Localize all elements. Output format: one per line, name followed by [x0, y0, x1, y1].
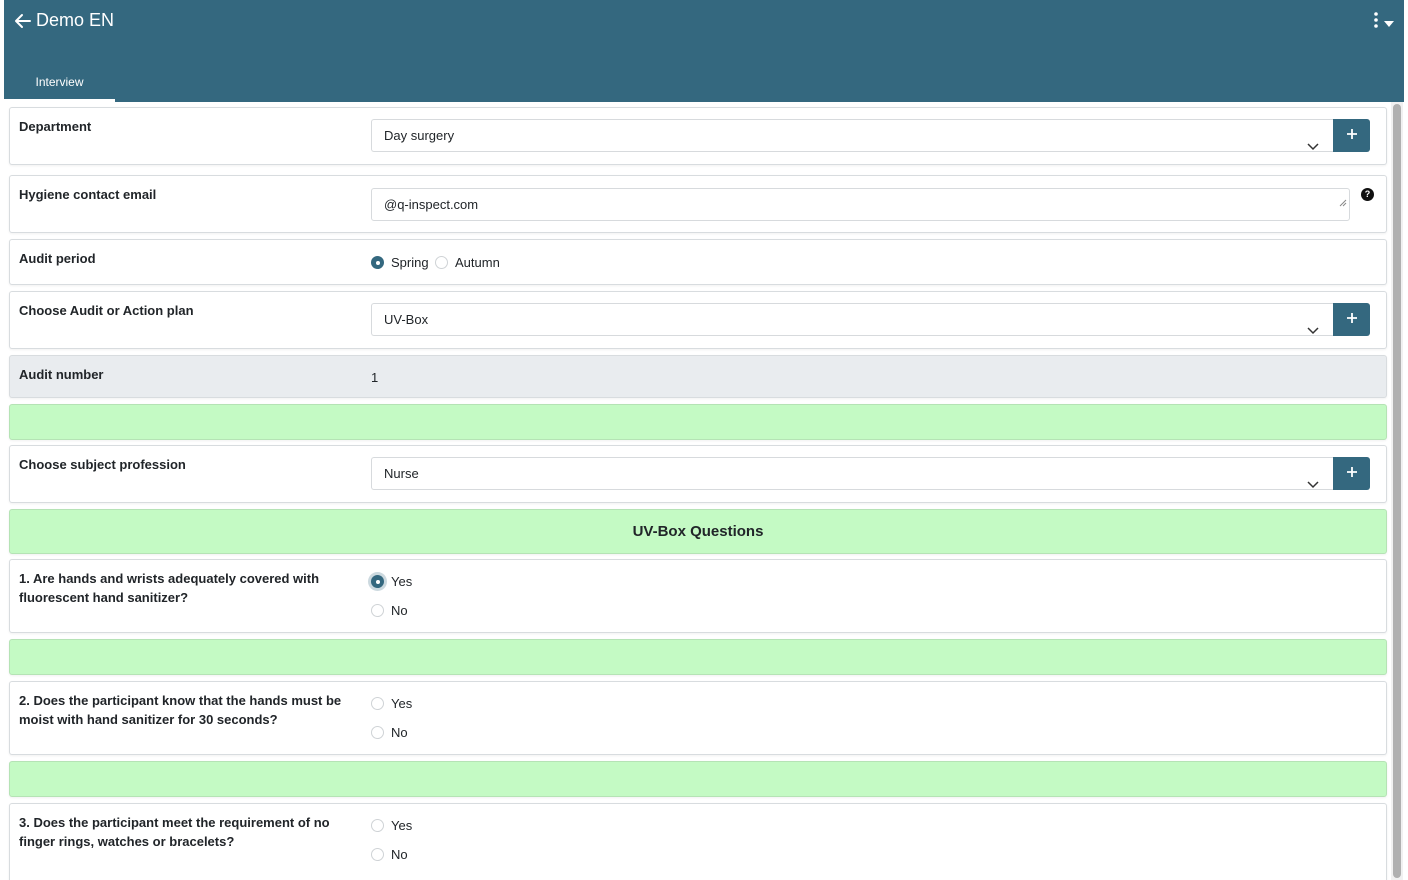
radio-yes-label: Yes: [391, 696, 413, 711]
app-header: Demo EN Interview: [4, 0, 1404, 102]
separator-band: [9, 761, 1387, 797]
vertical-scrollbar[interactable]: [1391, 102, 1403, 880]
form-content: Department Day surgery Hygiene contact e…: [4, 102, 1389, 880]
hygiene-email-label: Hygiene contact email: [19, 187, 157, 202]
radio-yes[interactable]: [371, 819, 384, 832]
question-1-no-option[interactable]: No: [371, 603, 408, 618]
audit-choice-row: Choose Audit or Action plan UV-Box: [9, 291, 1387, 349]
chevron-down-icon: [1307, 131, 1319, 162]
tab-interview[interactable]: Interview: [4, 62, 115, 102]
profession-label: Choose subject profession: [19, 457, 186, 472]
back-button[interactable]: Demo EN: [14, 10, 114, 31]
hygiene-email-field[interactable]: @q-inspect.com: [371, 188, 1350, 221]
audit-choice-value: UV-Box: [384, 312, 429, 327]
app-title: Demo EN: [36, 10, 115, 30]
section-title: UV-Box Questions: [632, 523, 764, 540]
question-row: 2. Does the participant know that the ha…: [9, 681, 1387, 755]
radio-autumn[interactable]: [435, 256, 448, 269]
audit-period-option-spring[interactable]: Spring: [371, 255, 429, 270]
options-menu-button[interactable]: [1374, 12, 1394, 33]
chevron-down-icon: [1307, 469, 1319, 500]
audit-choice-label: Choose Audit or Action plan: [19, 303, 194, 318]
resize-grip-icon[interactable]: [1339, 187, 1347, 218]
question-3-yes-option[interactable]: Yes: [371, 818, 412, 833]
radio-spring[interactable]: [371, 256, 384, 269]
audit-number-row: Audit number 1: [9, 355, 1387, 398]
radio-yes[interactable]: [371, 575, 384, 588]
add-profession-button[interactable]: [1333, 457, 1370, 490]
department-label: Department: [19, 119, 92, 134]
separator-band: [9, 404, 1387, 440]
question-text: 3. Does the participant meet the require…: [19, 815, 330, 849]
kebab-menu-icon: [1374, 12, 1378, 33]
radio-no[interactable]: [371, 604, 384, 617]
section-header: UV-Box Questions: [9, 509, 1387, 554]
radio-yes[interactable]: [371, 697, 384, 710]
question-2-yes-option[interactable]: Yes: [371, 696, 412, 711]
caret-down-icon: [1384, 14, 1394, 32]
radio-yes-label: Yes: [391, 818, 413, 833]
radio-autumn-label: Autumn: [455, 255, 500, 270]
question-1-yes-option[interactable]: Yes: [371, 574, 412, 589]
radio-no-label: No: [391, 603, 408, 618]
add-department-button[interactable]: [1333, 119, 1370, 152]
question-3-no-option[interactable]: No: [371, 847, 408, 862]
chevron-down-icon: [1307, 315, 1319, 346]
radio-no[interactable]: [371, 848, 384, 861]
tab-interview-label: Interview: [35, 75, 84, 89]
radio-no[interactable]: [371, 726, 384, 739]
question-text: 2. Does the participant know that the ha…: [19, 693, 342, 727]
radio-no-label: No: [391, 847, 408, 862]
plus-icon: [1346, 465, 1358, 483]
question-text: 1. Are hands and wrists adequately cover…: [19, 571, 320, 605]
hygiene-email-row: Hygiene contact email @q-inspect.com ?: [9, 175, 1387, 233]
help-icon[interactable]: ?: [1361, 188, 1374, 201]
radio-spring-label: Spring: [391, 255, 429, 270]
audit-choice-select[interactable]: UV-Box: [371, 303, 1333, 336]
plus-icon: [1346, 311, 1358, 329]
audit-period-label: Audit period: [19, 251, 96, 266]
profession-select[interactable]: Nurse: [371, 457, 1333, 490]
department-value: Day surgery: [384, 128, 455, 143]
scrollbar-thumb[interactable]: [1393, 104, 1401, 878]
question-2-no-option[interactable]: No: [371, 725, 408, 740]
department-row: Department Day surgery: [9, 107, 1387, 165]
profession-row: Choose subject profession Nurse: [9, 445, 1387, 503]
question-row: 3. Does the participant meet the require…: [9, 803, 1387, 880]
audit-period-row: Audit period Spring Autumn: [9, 239, 1387, 285]
audit-number-label: Audit number: [19, 367, 104, 382]
arrow-left-icon: [14, 12, 32, 30]
profession-value: Nurse: [384, 466, 419, 481]
plus-icon: [1346, 127, 1358, 145]
question-row: 1. Are hands and wrists adequately cover…: [9, 559, 1387, 633]
add-audit-button[interactable]: [1333, 303, 1370, 336]
hygiene-email-value: @q-inspect.com: [384, 197, 479, 212]
audit-number-value: 1: [371, 370, 379, 385]
department-select[interactable]: Day surgery: [371, 119, 1333, 152]
radio-yes-label: Yes: [391, 574, 413, 589]
audit-period-option-autumn[interactable]: Autumn: [435, 255, 500, 270]
separator-band: [9, 639, 1387, 675]
radio-no-label: No: [391, 725, 408, 740]
